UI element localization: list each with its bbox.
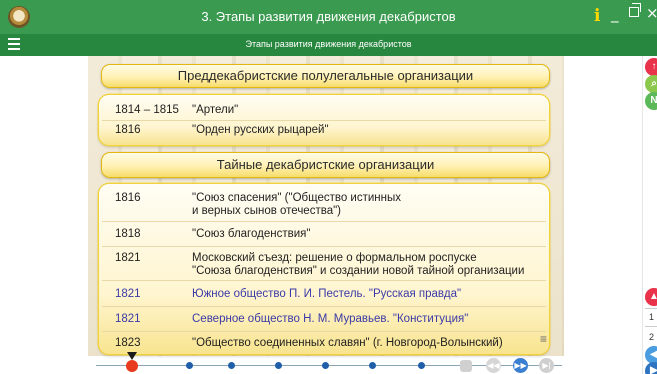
sub-header-bar: Этапы развития движения декабристов <box>0 34 657 56</box>
right-sidebar: ↑ ⌕ N ▲ 1 2 ◀ ▶ <box>642 56 657 374</box>
row-text-line: "Союза благоденствия" и создании новой т… <box>192 265 525 277</box>
row-year: 1816 <box>115 192 141 204</box>
timeline-marker-icon <box>127 352 137 360</box>
row-text: "Общество соединенных славян" (г. Новгор… <box>192 337 503 349</box>
row-year: 1821 <box>115 313 141 325</box>
sidebar-divider <box>645 326 657 327</box>
row-divider <box>102 331 546 332</box>
row-year: 1821 <box>115 252 141 264</box>
timeline-step[interactable] <box>228 362 235 369</box>
row-text: Северное общество Н. М. Муравьев. "Конст… <box>192 313 469 325</box>
timeline-navigation: ◀◀ ▶▶ ▶| <box>88 352 564 374</box>
row-year: 1816 <box>115 124 141 136</box>
minimize-button[interactable]: _ <box>611 5 619 23</box>
arrow-up-icon[interactable]: ↑ <box>645 58 657 76</box>
row-text-line: Московский съезд: решение о формальном р… <box>192 252 477 264</box>
fast-forward-button[interactable]: ▶▶ <box>513 358 528 373</box>
maximize-button[interactable] <box>629 3 641 17</box>
section-header-secret: Тайные декабристские организации <box>101 152 550 178</box>
info-button[interactable]: i <box>594 6 600 26</box>
row-text-line: "Союз спасения" ("Общество истинных <box>192 192 402 204</box>
stop-button[interactable] <box>460 360 472 372</box>
row-year: 1814 – 1815 <box>115 104 179 116</box>
row-text: "Орден русских рыцарей" <box>192 124 329 136</box>
row-divider <box>102 221 546 222</box>
page-number-2[interactable]: 2 <box>649 332 654 342</box>
row-year: 1818 <box>115 228 141 240</box>
page-number-1[interactable]: 1 <box>649 312 654 322</box>
row-text: Южное общество П. И. Пестель. "Русская п… <box>192 288 462 300</box>
timeline-step[interactable] <box>369 362 376 369</box>
row-divider <box>102 120 546 121</box>
timeline-step-active[interactable] <box>126 360 138 372</box>
sidebar-divider <box>645 308 657 309</box>
row-text: "Союз спасения" ("Общество истинных и ве… <box>192 192 401 218</box>
scroll-grip-icon[interactable]: ≡ <box>540 333 554 350</box>
panel-secret: 1816 "Союз спасения" ("Общество истинных… <box>99 184 549 354</box>
title-bar: 3. Этапы развития движения декабристов i… <box>0 0 657 34</box>
timeline-step[interactable] <box>418 362 425 369</box>
row-text-line: и верных сынов отечества") <box>192 205 342 217</box>
row-text: "Артели" <box>192 104 239 116</box>
section-title: Этапы развития движения декабристов <box>245 39 412 49</box>
timeline-step[interactable] <box>275 362 282 369</box>
graduation-cap-icon[interactable]: ▲ <box>645 288 657 306</box>
timeline-step[interactable] <box>322 362 329 369</box>
next-page-icon[interactable]: ▶ <box>645 362 657 374</box>
row-divider <box>102 246 546 247</box>
row-year: 1823 <box>115 337 141 349</box>
search-icon[interactable]: ⌕ <box>645 75 657 93</box>
n-badge-icon[interactable]: N <box>645 92 657 110</box>
row-text: "Союз благоденствия" <box>192 228 311 240</box>
row-divider <box>102 306 546 307</box>
close-button[interactable]: × <box>646 4 657 22</box>
section-header-prelegal: Преддекабристские полулегальные организа… <box>101 64 550 88</box>
timeline-step[interactable] <box>186 362 193 369</box>
row-text: Московский съезд: решение о формальном р… <box>192 252 524 278</box>
panel-prelegal: 1814 – 1815 "Артели" 1816 "Орден русских… <box>99 95 549 145</box>
row-year: 1821 <box>115 288 141 300</box>
skip-end-button[interactable]: ▶| <box>539 358 554 373</box>
window-title: 3. Этапы развития движения декабристов <box>201 9 456 24</box>
rewind-button[interactable]: ◀◀ <box>486 358 501 373</box>
row-divider <box>102 280 546 281</box>
